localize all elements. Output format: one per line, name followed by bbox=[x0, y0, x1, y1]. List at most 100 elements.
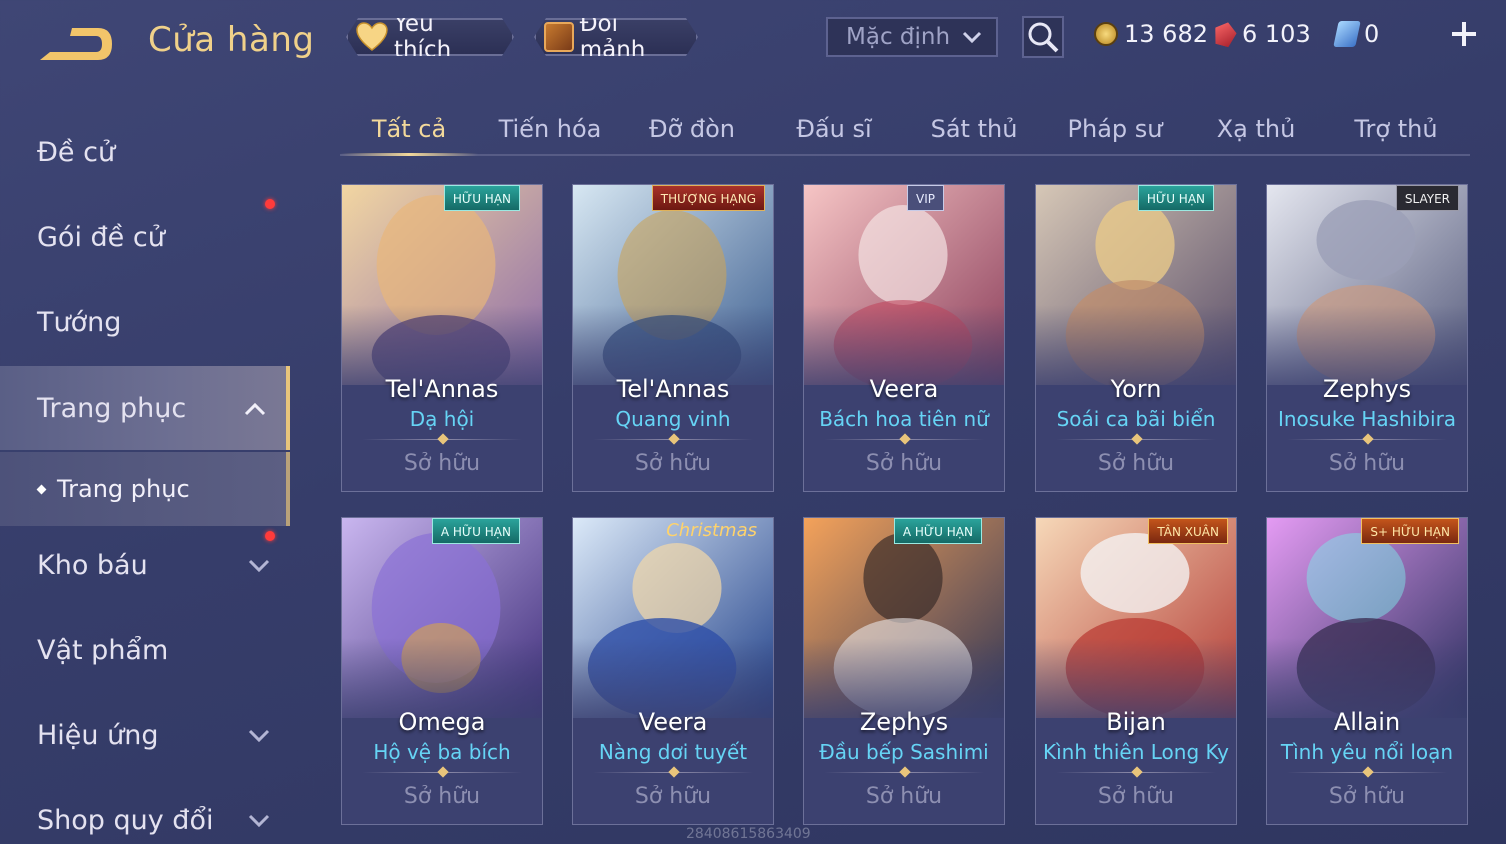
gold-currency: 13 682 bbox=[1094, 20, 1208, 48]
sidebar-subitem-skins[interactable]: Trang phục bbox=[0, 452, 290, 526]
limited-badge: HỮU HẠN bbox=[1137, 185, 1214, 211]
search-icon bbox=[1028, 22, 1059, 53]
sidebar-item-label: Shop quy đổi bbox=[37, 804, 214, 836]
ruby-amount: 6 103 bbox=[1242, 20, 1311, 48]
sidebar-item-label: Tướng bbox=[37, 306, 122, 338]
tab-mage[interactable]: Pháp sư bbox=[1044, 104, 1186, 154]
divider-gem-icon bbox=[437, 433, 449, 445]
tab-support[interactable]: Trợ thủ bbox=[1326, 104, 1466, 154]
search-button[interactable] bbox=[1022, 16, 1064, 58]
sidebar-item-label: Gói đề cử bbox=[37, 221, 165, 253]
divider-gem-icon bbox=[1362, 766, 1374, 778]
tab-assassin[interactable]: Sát thủ bbox=[904, 104, 1044, 154]
chevron-down-icon bbox=[248, 814, 270, 828]
voucher-icon bbox=[1333, 21, 1361, 47]
sidebar-item-label: Kho báu bbox=[37, 549, 148, 581]
premium-badge: THƯỢNG HẠNG bbox=[651, 185, 765, 211]
owned-status: Sở hữu bbox=[1097, 451, 1175, 476]
voucher-currency: 0 bbox=[1333, 20, 1380, 48]
skin-card[interactable]: HỮU HẠN Tel'Annas Dạ hội Sở hữu bbox=[341, 184, 543, 492]
diamond-bullet-icon bbox=[36, 484, 47, 494]
divider-gem-icon bbox=[899, 766, 911, 778]
chest-icon bbox=[544, 22, 574, 52]
sidebar-item-label: Trang phục bbox=[37, 392, 187, 424]
collab-badge: SLAYER bbox=[1395, 185, 1459, 211]
tab-tank[interactable]: Đỡ đòn bbox=[622, 104, 762, 154]
new-year-badge: TÂN XUÂN bbox=[1148, 518, 1228, 544]
tab-marksman[interactable]: Xạ thủ bbox=[1186, 104, 1326, 154]
shard-exchange-button[interactable]: Đổi mảnh bbox=[534, 18, 698, 56]
sidebar-item-label: Đề cử bbox=[37, 136, 116, 168]
chevron-down-icon bbox=[962, 31, 982, 44]
sidebar-item-effects[interactable]: Hiệu ứng bbox=[0, 693, 290, 777]
notification-dot bbox=[265, 199, 275, 209]
favorites-button[interactable]: Yêu thích bbox=[346, 18, 514, 56]
notification-dot bbox=[265, 531, 275, 541]
skin-name: Nàng dơi tuyết bbox=[598, 740, 748, 764]
heart-icon bbox=[356, 22, 388, 52]
skin-name: Bách hoa tiên nữ bbox=[819, 407, 989, 431]
gold-amount: 13 682 bbox=[1124, 20, 1208, 48]
owned-status: Sở hữu bbox=[403, 784, 481, 809]
skin-card[interactable]: Christmas Veera Nàng dơi tuyết Sở hữu bbox=[572, 517, 774, 825]
hero-name: Zephys bbox=[859, 708, 949, 736]
skin-name: Đầu bếp Sashimi bbox=[819, 740, 989, 764]
skin-name: Soái ca bãi biển bbox=[1056, 407, 1216, 431]
owned-status: Sở hữu bbox=[1328, 784, 1406, 809]
skin-card[interactable]: A HỮU HẠN Zephys Đầu bếp Sashimi Sở hữu bbox=[803, 517, 1005, 825]
sidebar-item-featured[interactable]: Đề cử bbox=[0, 110, 290, 194]
vip-badge: VIP bbox=[907, 185, 944, 211]
sidebar-item-featured-bundles[interactable]: Gói đề cử bbox=[0, 195, 290, 279]
sidebar-item-treasure[interactable]: Kho báu bbox=[0, 523, 290, 607]
divider-gem-icon bbox=[1131, 766, 1143, 778]
sort-dropdown[interactable]: Mặc định bbox=[826, 17, 998, 57]
chevron-down-icon bbox=[248, 559, 270, 573]
divider-gem-icon bbox=[899, 433, 911, 445]
add-currency-button[interactable] bbox=[1448, 18, 1480, 50]
limited-badge: A HỮU HẠN bbox=[431, 518, 520, 544]
divider-gem-icon bbox=[1131, 433, 1143, 445]
owned-status: Sở hữu bbox=[634, 784, 712, 809]
hero-name: Tel'Annas bbox=[385, 375, 499, 403]
tab-evolution[interactable]: Tiến hóa bbox=[480, 104, 620, 154]
owned-status: Sở hữu bbox=[403, 451, 481, 476]
skin-card[interactable]: THƯỢNG HẠNG Tel'Annas Quang vinh Sở hữu bbox=[572, 184, 774, 492]
skin-name: Inosuke Hashibira bbox=[1277, 407, 1457, 431]
hero-name: Zephys bbox=[1322, 375, 1412, 403]
tab-all[interactable]: Tất cả bbox=[340, 104, 478, 156]
ruby-currency: 6 103 bbox=[1214, 20, 1311, 48]
sidebar-item-heroes[interactable]: Tướng bbox=[0, 280, 290, 364]
favorites-label: Yêu thích bbox=[393, 11, 452, 63]
skin-card[interactable]: VIP Veera Bách hoa tiên nữ Sở hữu bbox=[803, 184, 1005, 492]
hero-name: Veera bbox=[638, 708, 708, 736]
back-arrow-icon[interactable] bbox=[36, 22, 116, 66]
skin-card[interactable]: S+ HỮU HẠN Allain Tình yêu nổi loạn Sở h… bbox=[1266, 517, 1468, 825]
owned-status: Sở hữu bbox=[634, 451, 712, 476]
sidebar-item-items[interactable]: Vật phẩm bbox=[0, 608, 290, 692]
owned-status: Sở hữu bbox=[865, 784, 943, 809]
skin-card[interactable]: A HỮU HẠN Omega Hộ vệ ba bích Sở hữu bbox=[341, 517, 543, 825]
skin-card[interactable]: TÂN XUÂN Bijan Kình thiên Long Ky Sở hữu bbox=[1035, 517, 1237, 825]
tab-fighter[interactable]: Đấu sĩ bbox=[764, 104, 904, 154]
ruby-gem-icon bbox=[1211, 20, 1238, 49]
hero-name: Omega bbox=[398, 708, 486, 736]
gold-coin-icon bbox=[1094, 22, 1118, 46]
owned-status: Sở hữu bbox=[1097, 784, 1175, 809]
limited-badge: HỮU HẠN bbox=[443, 185, 520, 211]
hero-name: Yorn bbox=[1110, 375, 1162, 403]
category-tabs: Tất cả Tiến hóa Đỡ đòn Đấu sĩ Sát thủ Ph… bbox=[340, 104, 1470, 156]
skin-card[interactable]: SLAYER Zephys Inosuke Hashibira Sở hữu bbox=[1266, 184, 1468, 492]
skin-name: Quang vinh bbox=[615, 407, 731, 431]
owned-status: Sở hữu bbox=[865, 451, 943, 476]
skin-card[interactable]: HỮU HẠN Yorn Soái ca bãi biển Sở hữu bbox=[1035, 184, 1237, 492]
divider-gem-icon bbox=[1362, 433, 1374, 445]
limited-badge: A HỮU HẠN bbox=[893, 518, 982, 544]
sidebar-item-skins[interactable]: Trang phục bbox=[0, 366, 290, 450]
sidebar-item-exchange-shop[interactable]: Shop quy đổi bbox=[0, 778, 290, 844]
hero-name: Allain bbox=[1333, 708, 1401, 736]
voucher-amount: 0 bbox=[1364, 20, 1380, 48]
skin-name: Hộ vệ ba bích bbox=[373, 740, 511, 764]
sidebar-item-label: Hiệu ứng bbox=[37, 719, 159, 751]
skin-name: Kình thiên Long Ky bbox=[1042, 740, 1230, 764]
divider-gem-icon bbox=[668, 766, 680, 778]
